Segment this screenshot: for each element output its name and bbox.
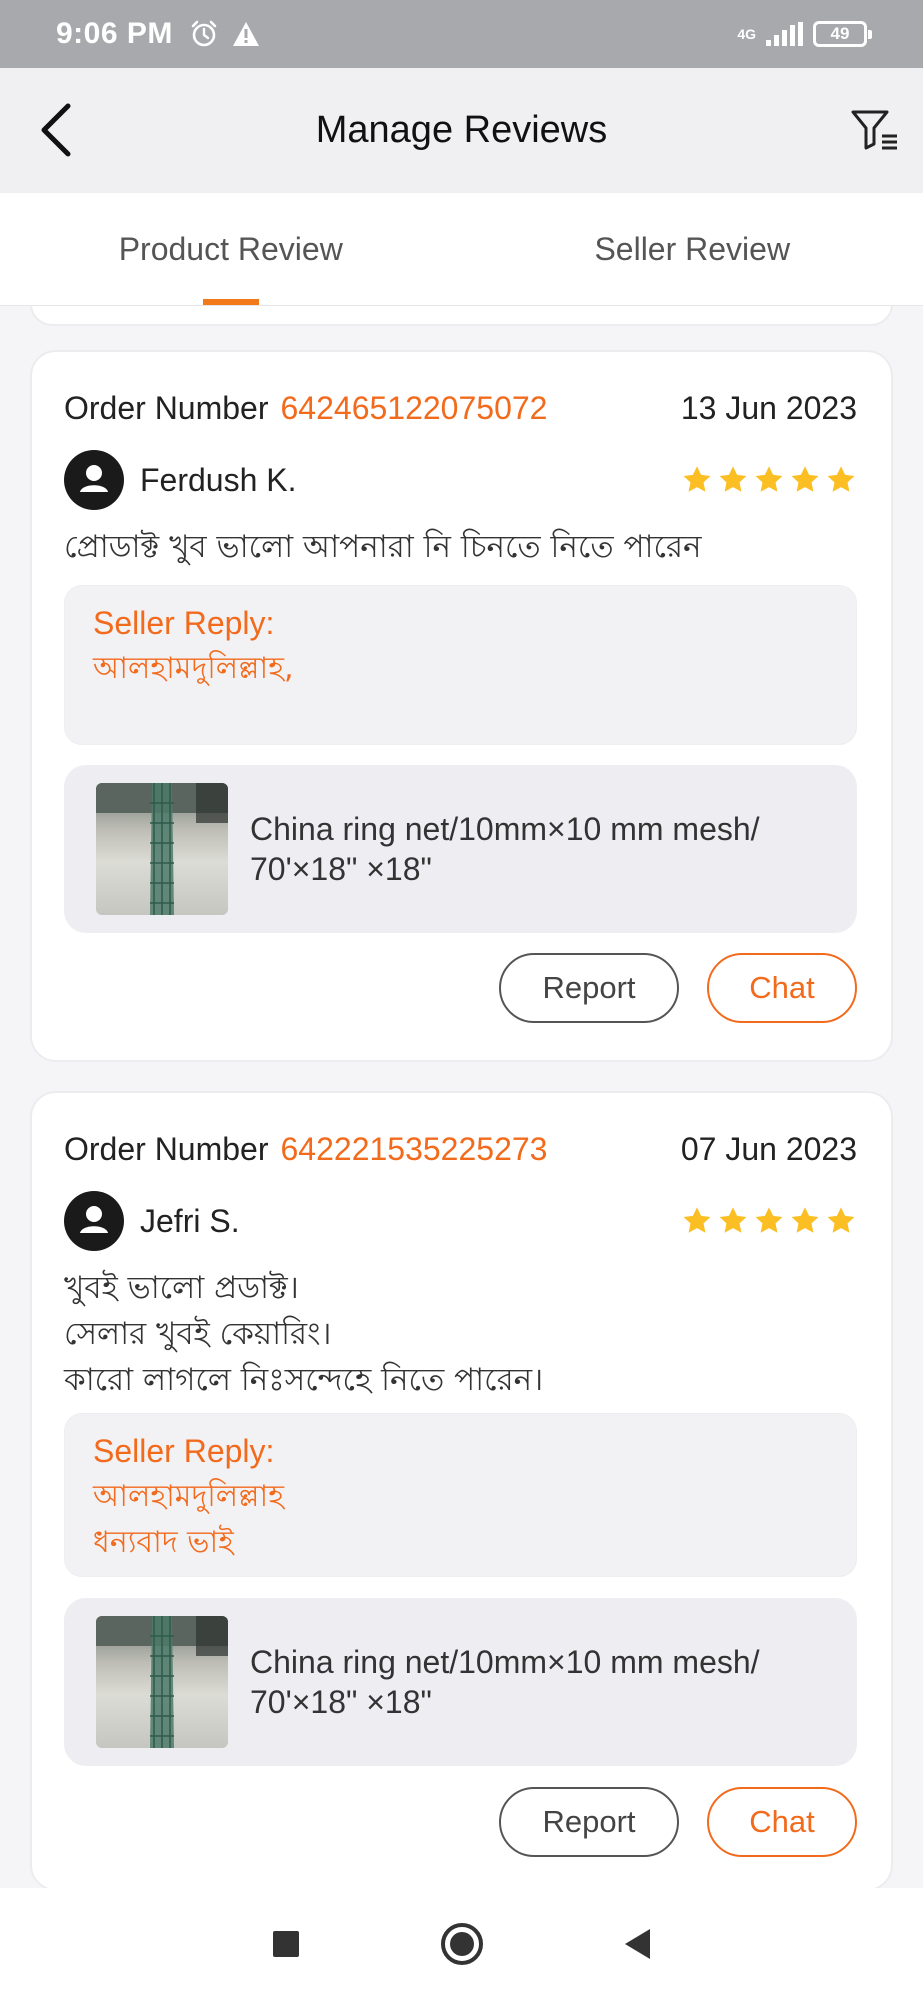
recents-button[interactable] [258, 1916, 314, 1972]
page-title: Manage Reviews [315, 109, 608, 151]
seller-reply-box: Seller Reply: আলহামদুলিল্লাহ ধন্যবাদ ভাই [64, 1413, 857, 1577]
review-text: খুবই ভালো প্রডাক্ট। সেলার খুবই কেয়ারিং।… [64, 1265, 857, 1403]
status-icons [189, 19, 261, 49]
warning-icon [232, 22, 259, 46]
tab-label: Product Review [118, 230, 343, 267]
active-tab-indicator [202, 299, 259, 305]
star-icon [719, 1207, 747, 1233]
seller-reply-title: Seller Reply: [93, 1433, 275, 1469]
battery-icon: 49 [813, 21, 872, 47]
filter-button[interactable] [845, 100, 905, 160]
order-number-label: Order Number [64, 1131, 269, 1167]
star-icon [683, 1207, 711, 1233]
status-time: 9:06 PM [56, 17, 173, 50]
user-icon [67, 453, 121, 507]
tab-seller-review[interactable]: Seller Review [462, 193, 923, 305]
review-actions: Report Chat [499, 1787, 857, 1857]
home-button[interactable] [434, 1916, 490, 1972]
star-rating [681, 464, 857, 496]
order-number[interactable]: 642465122075072 [281, 390, 548, 427]
seller-reply-box: Seller Reply: আলহামদুলিল্লাহ, [64, 585, 857, 745]
reviewer-row: Ferdush K. [64, 450, 857, 510]
star-icon [719, 466, 747, 492]
star-icon [755, 1207, 783, 1233]
seller-reply-text: আলহামদুলিল্লাহ, [93, 651, 294, 686]
review-card: Order Number 642221535225273 07 Jun 2023… [30, 1091, 893, 1888]
review-text: প্রোডাক্ট খুব ভালো আপনারা নি চিনতে নিতে … [64, 529, 702, 565]
back-button[interactable] [24, 98, 88, 162]
reviewer-name: Jefri S. [140, 1202, 240, 1239]
recents-square-icon [272, 1931, 299, 1957]
order-number[interactable]: 642221535225273 [281, 1131, 548, 1168]
review-date: 13 Jun 2023 [680, 390, 857, 426]
nav-back-button[interactable] [610, 1916, 666, 1972]
reviewer-name: Ferdush K. [140, 461, 297, 498]
review-tabs: Product Review Seller Review [0, 193, 923, 306]
product-info[interactable]: China ring net/10mm×10 mm mesh/ 70'×18" … [64, 765, 857, 933]
product-thumbnail [96, 783, 228, 915]
seller-reply-text: আলহামদুলিল্লাহ [93, 1479, 284, 1514]
status-right: 4G 49 [737, 21, 872, 47]
star-rating [681, 1205, 857, 1237]
system-nav-bar [0, 1888, 923, 2000]
chat-button[interactable]: Chat [707, 1787, 857, 1857]
review-text-line: খুবই ভালো প্রডাক্ট। [64, 1270, 299, 1306]
report-button[interactable]: Report [499, 953, 679, 1023]
product-name: China ring net/10mm×10 mm mesh/ 70'×18" … [250, 811, 760, 887]
star-icon [791, 466, 819, 492]
chat-button[interactable]: Chat [707, 953, 857, 1023]
user-icon [67, 1194, 121, 1248]
status-bar: 9:06 PM 4G 49 [0, 0, 923, 68]
star-icon [827, 466, 855, 492]
seller-reply-text: ধন্যবাদ ভাই [93, 1525, 234, 1560]
avatar [64, 1191, 124, 1251]
tab-label: Seller Review [594, 230, 791, 267]
signal-icon [766, 22, 803, 46]
order-number-label: Order Number [64, 390, 269, 426]
product-name: China ring net/10mm×10 mm mesh/ 70'×18" … [250, 1644, 760, 1720]
review-date: 07 Jun 2023 [680, 1131, 857, 1167]
reviews-list[interactable]: Order Number 642465122075072 13 Jun 2023… [0, 306, 923, 1888]
star-icon [791, 1207, 819, 1233]
back-triangle-icon [624, 1929, 650, 1959]
star-icon [827, 1207, 855, 1233]
order-row: Order Number 642221535225273 07 Jun 2023 [64, 1131, 857, 1168]
home-circle-icon [440, 1923, 483, 1965]
product-thumbnail [96, 1616, 228, 1748]
alarm-icon [191, 20, 217, 47]
app-header: Manage Reviews [0, 68, 923, 193]
review-text-line: সেলার খুবই কেয়ারিং। [64, 1316, 332, 1352]
review-card: Order Number 642465122075072 13 Jun 2023… [30, 350, 893, 1062]
battery-level: 49 [830, 24, 850, 43]
product-info[interactable]: China ring net/10mm×10 mm mesh/ 70'×18" … [64, 1598, 857, 1766]
star-icon [755, 466, 783, 492]
order-row: Order Number 642465122075072 13 Jun 2023 [64, 390, 857, 427]
reviewer-row: Jefri S. [64, 1191, 857, 1251]
previous-review-card [30, 306, 893, 326]
tab-product-review[interactable]: Product Review [0, 193, 462, 305]
report-button[interactable]: Report [499, 1787, 679, 1857]
filter-icon [851, 110, 897, 150]
review-actions: Report Chat [499, 953, 857, 1023]
review-text-line: কারো লাগলে নিঃসন্দেহে নিতে পারেন। [64, 1362, 544, 1398]
avatar [64, 450, 124, 510]
star-icon [683, 466, 711, 492]
chevron-left-icon [41, 103, 71, 157]
network-label: 4G [737, 26, 756, 42]
seller-reply-title: Seller Reply: [93, 605, 275, 641]
